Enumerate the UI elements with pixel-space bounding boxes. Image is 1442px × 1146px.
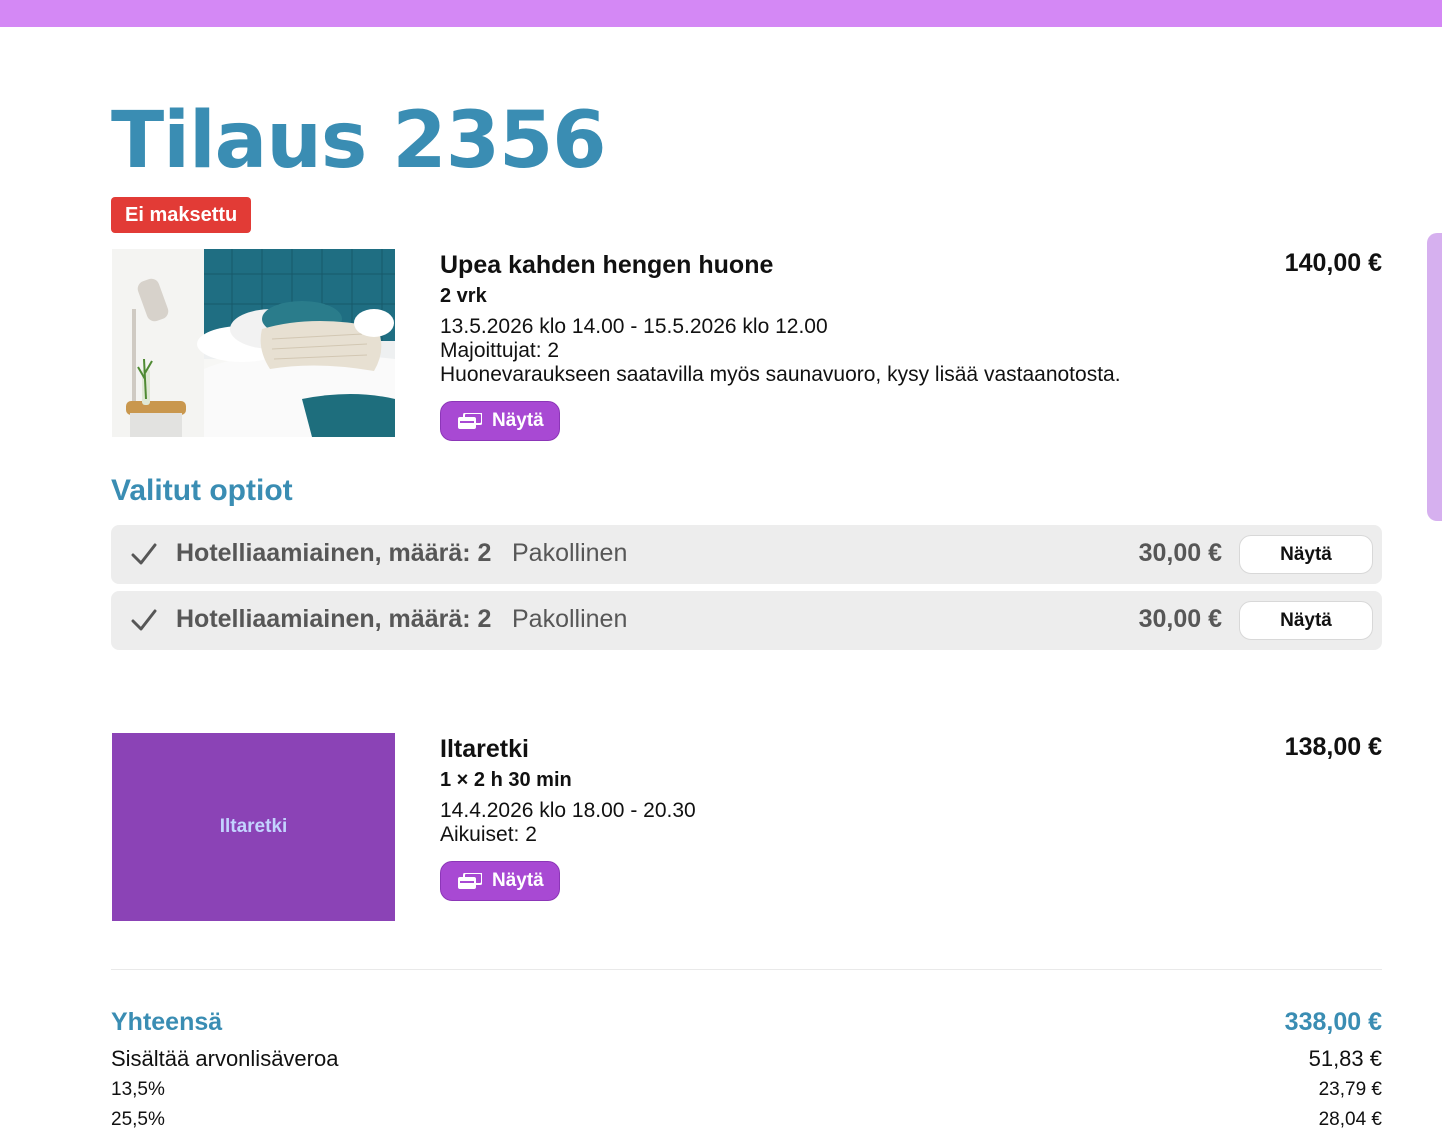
card-stack-icon bbox=[458, 412, 483, 429]
option-name: Hotelliaamiainen, määrä: 2 bbox=[176, 539, 492, 567]
total-label: Yhteensä bbox=[111, 1008, 223, 1036]
card-stack-icon bbox=[458, 872, 483, 889]
vat-label: Sisältää arvonlisäveroa bbox=[111, 1046, 339, 1071]
item-price: 140,00 € bbox=[1284, 249, 1382, 277]
page-title: Tilaus 2356 bbox=[111, 96, 607, 186]
vat-rate-amount: 28,04 € bbox=[1318, 1109, 1382, 1130]
placeholder-label: Iltaretki bbox=[219, 816, 288, 837]
vat-rate-amount: 23,79 € bbox=[1318, 1079, 1382, 1100]
show-room-button[interactable]: Näytä bbox=[440, 401, 560, 441]
item-price: 138,00 € bbox=[1284, 733, 1382, 761]
check-icon bbox=[131, 607, 157, 633]
show-button-label: Näytä bbox=[492, 870, 544, 891]
vat-rate-label: 25,5% bbox=[111, 1109, 165, 1130]
divider bbox=[111, 969, 1382, 970]
item-description: Huonevaraukseen saatavilla myös saunavuo… bbox=[440, 363, 1121, 386]
item-dates: 14.4.2026 klo 18.00 - 20.30 bbox=[440, 799, 696, 822]
side-panel-tab[interactable] bbox=[1427, 233, 1442, 521]
option-note: Pakollinen bbox=[512, 539, 628, 567]
option-price: 30,00 € bbox=[1138, 605, 1222, 633]
tour-image-placeholder: Iltaretki bbox=[112, 733, 395, 921]
room-photo bbox=[112, 249, 395, 437]
option-price: 30,00 € bbox=[1138, 539, 1222, 567]
option-name: Hotelliaamiainen, määrä: 2 bbox=[176, 605, 492, 633]
item-quantity: 2 vrk bbox=[440, 285, 487, 307]
option-note: Pakollinen bbox=[512, 605, 628, 633]
item-name: Upea kahden hengen huone bbox=[440, 251, 774, 279]
item-name: Iltaretki bbox=[440, 735, 529, 763]
item-dates: 13.5.2026 klo 14.00 - 15.5.2026 klo 12.0… bbox=[440, 315, 828, 338]
vat-rate-label: 13,5% bbox=[111, 1079, 165, 1100]
total-value: 338,00 € bbox=[1284, 1008, 1382, 1036]
vat-value: 51,83 € bbox=[1308, 1046, 1382, 1071]
show-option-button[interactable]: Näytä bbox=[1239, 535, 1373, 574]
top-bar bbox=[0, 0, 1442, 27]
item-quantity: 1 × 2 h 30 min bbox=[440, 769, 572, 791]
status-badge: Ei maksettu bbox=[111, 197, 252, 233]
item-guests: Majoittujat: 2 bbox=[440, 339, 560, 362]
check-icon bbox=[131, 541, 157, 567]
room-details: Upea kahden hengen huone 2 vrk 13.5.2026… bbox=[440, 249, 1240, 441]
show-option-button[interactable]: Näytä bbox=[1239, 601, 1373, 640]
show-button-label: Näytä bbox=[492, 410, 544, 431]
show-tour-button[interactable]: Näytä bbox=[440, 861, 560, 901]
options-heading: Valitut optiot bbox=[111, 474, 293, 507]
option-row: Hotelliaamiainen, määrä: 2 Pakollinen 30… bbox=[111, 591, 1382, 650]
tour-details: Iltaretki 1 × 2 h 30 min 14.4.2026 klo 1… bbox=[440, 733, 1240, 901]
item-guests: Aikuiset: 2 bbox=[440, 823, 537, 846]
option-row: Hotelliaamiainen, määrä: 2 Pakollinen 30… bbox=[111, 525, 1382, 584]
